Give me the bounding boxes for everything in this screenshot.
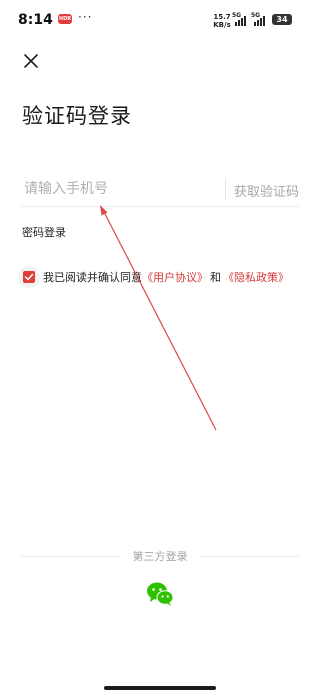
user-agreement-link[interactable]: 《用户协议》 [142,271,208,284]
app-notification-icon: HDR [58,14,72,24]
agreement-conjunction: 和 [210,271,221,284]
signal-type-label: 5G [251,12,261,19]
agreement-row: 我已阅读并确认同意《用户协议》和《隐私政策》 [18,266,308,290]
privacy-policy-link[interactable]: 《隐私政策》 [223,271,289,284]
network-speed: 15.7 KB/s [212,13,232,29]
agreement-prefix: 我已阅读并确认同意 [43,271,142,284]
wechat-login-button[interactable] [146,581,174,607]
signal-icon: 5G [251,12,267,26]
more-notifications-icon: ··· [78,10,93,24]
network-speed-value: 15.7 [213,13,231,21]
signal-type-label: 5G [232,12,242,19]
status-bar: 8:14 HDR ··· 15.7 KB/s 5G 5G 34 [0,0,320,40]
status-time: 8:14 [18,12,53,28]
battery-icon: 34 [272,14,292,25]
wechat-icon [147,582,174,606]
divider [225,178,226,200]
close-icon [24,54,38,68]
checkbox-checked-icon [23,271,35,283]
get-code-button[interactable]: 获取验证码 [234,181,299,200]
agreement-text: 我已阅读并确认同意《用户协议》和《隐私政策》 [43,269,289,285]
divider [200,556,300,557]
home-indicator[interactable] [104,686,216,690]
phone-row: 获取验证码 [20,174,300,207]
agreement-checkbox[interactable] [18,266,40,288]
network-speed-unit: KB/s [213,21,231,29]
phone-input[interactable] [20,174,224,204]
third-party-divider: 第三方登录 [20,546,300,566]
close-button[interactable] [20,50,42,72]
signal-icon: 5G [232,12,248,26]
page-title: 验证码登录 [22,104,132,128]
password-login-link[interactable]: 密码登录 [22,224,66,240]
